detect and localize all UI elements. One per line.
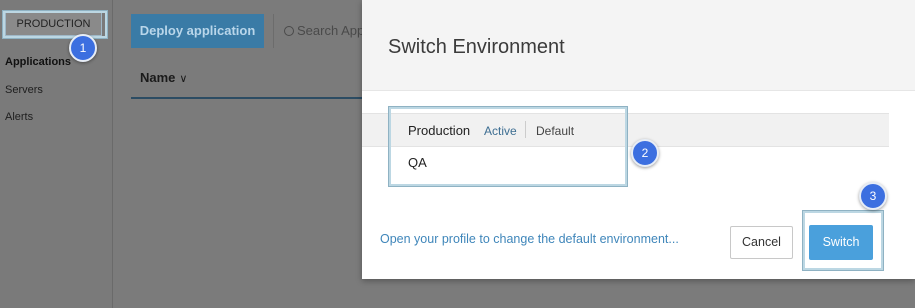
sidebar-item-servers[interactable]: Servers [5, 84, 43, 96]
open-profile-link[interactable]: Open your profile to change the default … [380, 232, 679, 246]
search-icon [284, 26, 294, 36]
dialog-header: Switch Environment [362, 0, 915, 91]
cancel-button[interactable]: Cancel [730, 226, 793, 259]
sidebar-item-applications[interactable]: Applications [5, 56, 71, 68]
column-header-label: Name [140, 70, 176, 85]
chevron-down-icon: ∨ [179, 73, 188, 85]
callout-2: 2 [631, 139, 659, 167]
sidebar-item-alerts[interactable]: Alerts [5, 111, 33, 123]
callout-1: 1 [69, 34, 97, 62]
column-header-underline [131, 97, 363, 99]
highlight-switch-button [802, 210, 884, 271]
highlight-environment-switcher [2, 10, 108, 39]
highlight-environment-list [388, 106, 628, 187]
dialog-title: Switch Environment [388, 36, 565, 58]
search-placeholder: Search Apps [297, 23, 371, 38]
column-header-name[interactable]: Name ∨ [140, 70, 187, 85]
deploy-application-button[interactable]: Deploy application [131, 14, 264, 48]
callout-3: 3 [859, 182, 887, 210]
